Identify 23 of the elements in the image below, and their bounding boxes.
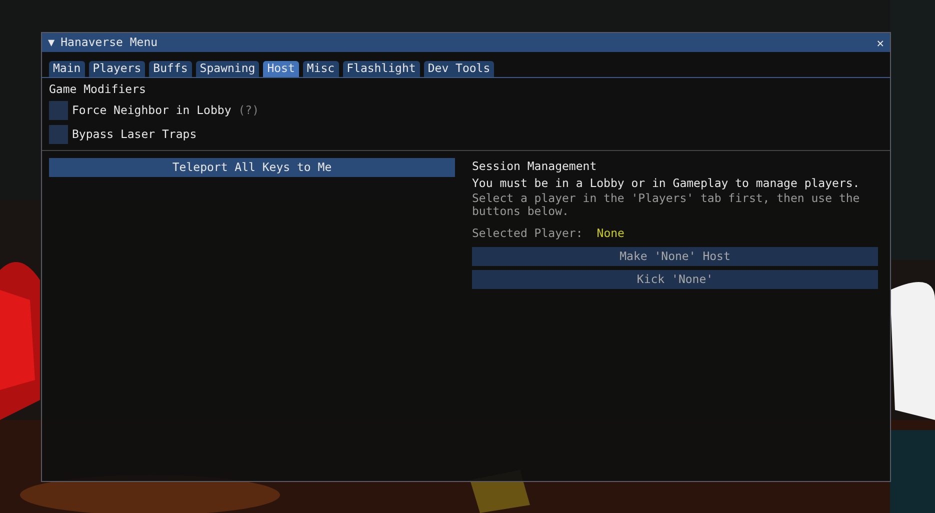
- tab[interactable]: Dev Tools: [424, 61, 494, 77]
- hint-text: Select a player in the 'Players' tab first, then use the buttons below.: [472, 192, 861, 218]
- selected-player-value: None: [596, 226, 624, 240]
- collapse-arrow[interactable]: ▼: [48, 37, 55, 48]
- tab[interactable]: Buffs: [149, 61, 192, 77]
- tab[interactable]: Spawning: [196, 61, 260, 77]
- section-heading: Session Management: [472, 158, 598, 175]
- window-title: Hanaverse Menu: [60, 36, 158, 48]
- notice-text: You must be in a Lobby or in Gameplay to manage players.: [472, 175, 861, 192]
- tab[interactable]: Flashlight: [342, 61, 420, 77]
- tab[interactable]: Host: [263, 61, 299, 77]
- teleport-button[interactable]: Teleport All Keys to Me: [49, 158, 455, 177]
- checkbox-label: Bypass Laser Traps: [72, 126, 197, 143]
- help-marker[interactable]: (?): [238, 102, 260, 120]
- checkbox[interactable]: [49, 101, 68, 120]
- tab[interactable]: Main: [49, 61, 85, 77]
- tab[interactable]: Misc: [302, 61, 339, 77]
- checkbox[interactable]: [49, 125, 68, 144]
- checkbox-label: Force Neighbor in Lobby: [72, 102, 232, 119]
- close-button[interactable]: ✕: [876, 36, 884, 48]
- tab[interactable]: Players: [88, 61, 146, 77]
- section-heading: Game Modifiers: [49, 82, 147, 96]
- selected-player-label: Selected Player:: [472, 226, 583, 240]
